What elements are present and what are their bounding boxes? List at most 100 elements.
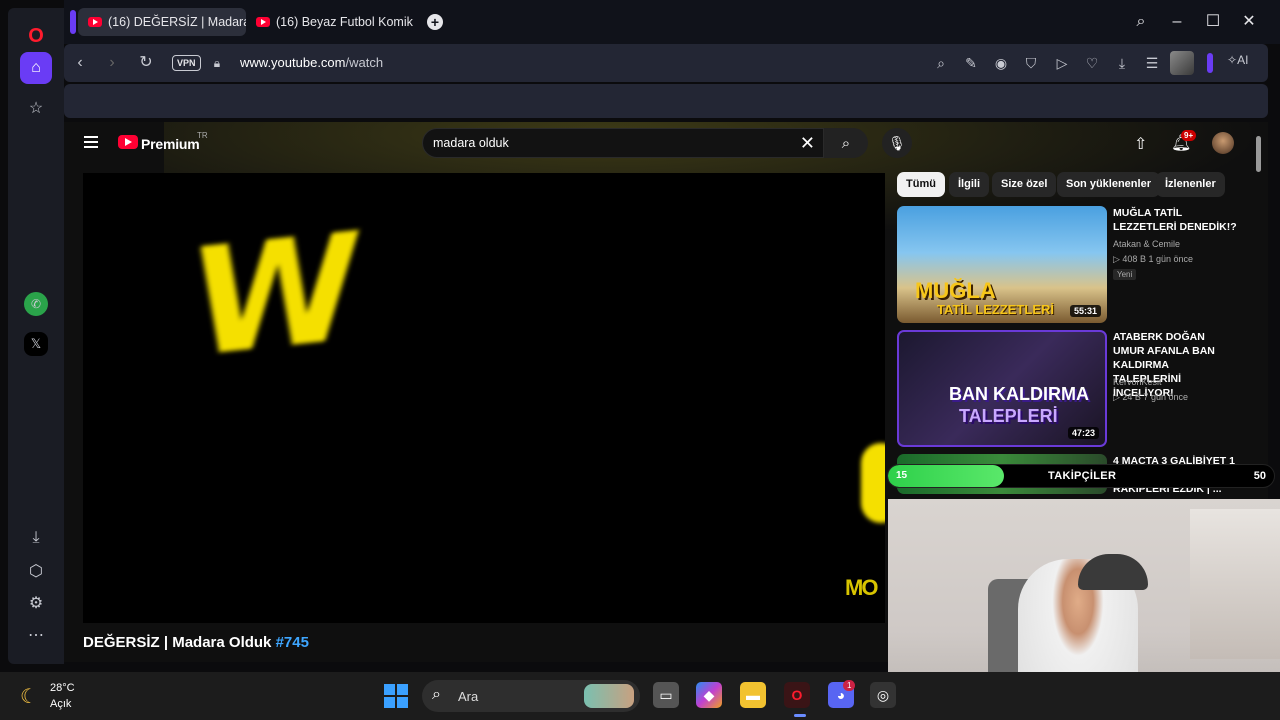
chip-related[interactable]: İlgili	[949, 172, 989, 197]
follower-goal: 50	[1253, 470, 1266, 482]
tab-bar: (16) DEĞERSİZ | Madara O (16) Beyaz Futb…	[64, 0, 1280, 44]
new-badge: Yeni	[1113, 269, 1137, 280]
opera-taskbar-icon[interactable]: O	[784, 682, 810, 708]
edit-icon[interactable]: ✎	[961, 53, 981, 73]
more-icon[interactable]: ⋯	[20, 619, 52, 651]
whatsapp-icon[interactable]: ✆	[24, 292, 48, 316]
windows-taskbar: ☾ 28°C Açık ⌕ Ara ▭ ◆ ▬ O ◕ 1 ◎	[0, 672, 1280, 720]
youtube-logo-icon[interactable]	[118, 135, 138, 149]
view-meta: ▷ 24 B 7 gün önce	[1113, 392, 1188, 402]
moon-icon[interactable]: ☾	[20, 684, 38, 709]
taskbar-search-placeholder: Ara	[458, 689, 479, 704]
video-frame-shape	[861, 443, 885, 523]
tab-title: (16) DEĞERSİZ | Madara O	[108, 15, 246, 29]
tab-2[interactable]: (16) Beyaz Futbol Komik A	[246, 8, 414, 36]
address-bar: ‹ › ↻ VPN 🔒︎ www.youtube.com/watch ⌕ ✎ ◉…	[64, 44, 1268, 82]
search-icon: ⌕	[841, 134, 851, 152]
voice-search-button[interactable]: 🎙︎	[882, 128, 912, 158]
new-tab-button[interactable]: +	[427, 14, 443, 30]
search-highlight-image	[584, 684, 634, 708]
tab-title: (16) Beyaz Futbol Komik A	[276, 15, 414, 29]
close-button[interactable]: ✕	[1239, 12, 1259, 32]
taskbar-search[interactable]: ⌕ Ara	[422, 680, 640, 712]
aria-ai-button[interactable]: ✧AI	[1227, 53, 1248, 67]
home-icon[interactable]: ⌂	[20, 52, 52, 84]
reload-icon[interactable]: ↻	[136, 53, 156, 73]
video-thumbnail[interactable]: BAN KALDIRMA TALEPLERİ 47:23	[897, 330, 1107, 447]
shield-icon[interactable]: ⛉	[1021, 53, 1041, 73]
copilot-icon[interactable]: ◆	[696, 682, 722, 708]
search-query: madara olduk	[433, 136, 509, 150]
active-indicator	[794, 714, 806, 717]
scrollbar[interactable]	[1256, 136, 1261, 172]
app-icon[interactable]: ◎	[870, 682, 896, 708]
heart-icon[interactable]: ♡	[1082, 53, 1102, 73]
video-thumbnail[interactable]: MUĞLA TATİL LEZZETLERİ 55:31	[897, 206, 1107, 323]
download-icon[interactable]: ⤓	[20, 522, 52, 554]
star-icon[interactable]: ☆	[20, 92, 52, 124]
maximize-button[interactable]: ☐	[1203, 12, 1223, 32]
search-icon: ⌕	[432, 686, 441, 703]
url-path: /watch	[345, 55, 384, 70]
weather-temp[interactable]: 28°C	[50, 682, 75, 694]
camera-icon[interactable]: ◉	[991, 53, 1011, 73]
thumbnail-subtext: TATİL LEZZETLERİ	[937, 302, 1054, 317]
channel-name[interactable]: KervonKesit	[1113, 377, 1162, 387]
recommendation-title[interactable]: MUĞLA TATİL LEZZETLERİ DENEDİK!?	[1113, 206, 1237, 234]
opera-logo-icon[interactable]: O	[20, 20, 52, 52]
chip-recently-uploaded[interactable]: Son yüklenenler	[1057, 172, 1160, 197]
video-title-text: DEĞERSİZ | Madara Olduk	[83, 634, 272, 651]
thumbnail-text: MUĞLA	[915, 278, 996, 303]
chip-all[interactable]: Tümü	[897, 172, 945, 197]
zoom-search-icon[interactable]: ⌕	[931, 53, 951, 73]
profile-avatar[interactable]	[1170, 51, 1194, 75]
recommendation-title[interactable]: ATABERK DOĞAN UMUR AFANLA BAN KALDIRMA T…	[1113, 330, 1237, 400]
forward-icon[interactable]: ›	[102, 53, 122, 73]
clear-icon[interactable]: ✕	[800, 133, 815, 154]
recommendation-item[interactable]: MUĞLA TATİL LEZZETLERİ 55:31 MUĞLA TATİL…	[897, 206, 1237, 326]
file-explorer-icon[interactable]: ▬	[740, 682, 766, 708]
x-icon[interactable]: 𝕏	[24, 332, 48, 356]
download-icon[interactable]: ⤓	[1112, 53, 1132, 73]
gear-icon[interactable]: ⚙	[20, 587, 52, 619]
bookmarks-bar	[64, 84, 1268, 118]
youtube-brand[interactable]: Premium	[141, 136, 200, 152]
weather-desc[interactable]: Açık	[50, 698, 71, 710]
windows-start-icon[interactable]	[384, 684, 408, 708]
url-host: www.youtube.com	[240, 55, 346, 70]
play-icon[interactable]: ▷	[1052, 53, 1072, 73]
task-view-icon[interactable]: ▭	[653, 682, 679, 708]
upload-icon[interactable]: ⇧	[1134, 134, 1147, 154]
view-meta: ▷ 408 B 1 gün önce	[1113, 254, 1193, 264]
webcam-shelf	[1190, 509, 1280, 659]
recommendation-item[interactable]: BAN KALDIRMA TALEPLERİ 47:23 ATABERK DOĞ…	[897, 330, 1237, 450]
box-icon[interactable]: ⬡	[20, 555, 52, 587]
minimize-button[interactable]: –	[1167, 12, 1187, 32]
sidebar-toggle[interactable]	[1207, 53, 1213, 73]
video-hashtag[interactable]: #745	[276, 634, 309, 651]
search-button[interactable]: ⌕	[824, 128, 868, 158]
lock-icon[interactable]: 🔒︎	[207, 53, 227, 73]
easy-setup-icon[interactable]: ☰	[1142, 53, 1162, 73]
video-player[interactable]: W MO	[83, 173, 885, 623]
avatar[interactable]	[1212, 132, 1234, 154]
channel-name[interactable]: Atakan & Cemile	[1113, 239, 1180, 249]
vpn-badge[interactable]: VPN	[172, 55, 201, 71]
chip-watched[interactable]: İzlenenler	[1156, 172, 1225, 197]
chip-for-you[interactable]: Size özel	[992, 172, 1057, 197]
search-input[interactable]: madara olduk ✕	[422, 128, 824, 158]
channel-watermark: MO	[845, 575, 878, 600]
youtube-favicon-icon	[88, 17, 102, 27]
follower-current: 15	[896, 470, 908, 481]
thumbnail-subtext: TALEPLERİ	[959, 406, 1058, 426]
tab-1[interactable]: (16) DEĞERSİZ | Madara O	[78, 8, 246, 36]
duration-badge: 47:23	[1067, 427, 1099, 439]
url-field[interactable]: www.youtube.com/watch	[240, 55, 383, 70]
search-tabs-icon[interactable]: ⌕	[1131, 12, 1151, 32]
back-icon[interactable]: ‹	[70, 53, 90, 73]
notification-badge: 9+	[1181, 130, 1197, 141]
menu-icon[interactable]	[84, 136, 98, 148]
thumbnail-text: BAN KALDIRMA	[949, 384, 1089, 404]
duration-badge: 55:31	[1069, 305, 1101, 317]
ai-label: AI	[1237, 53, 1249, 67]
